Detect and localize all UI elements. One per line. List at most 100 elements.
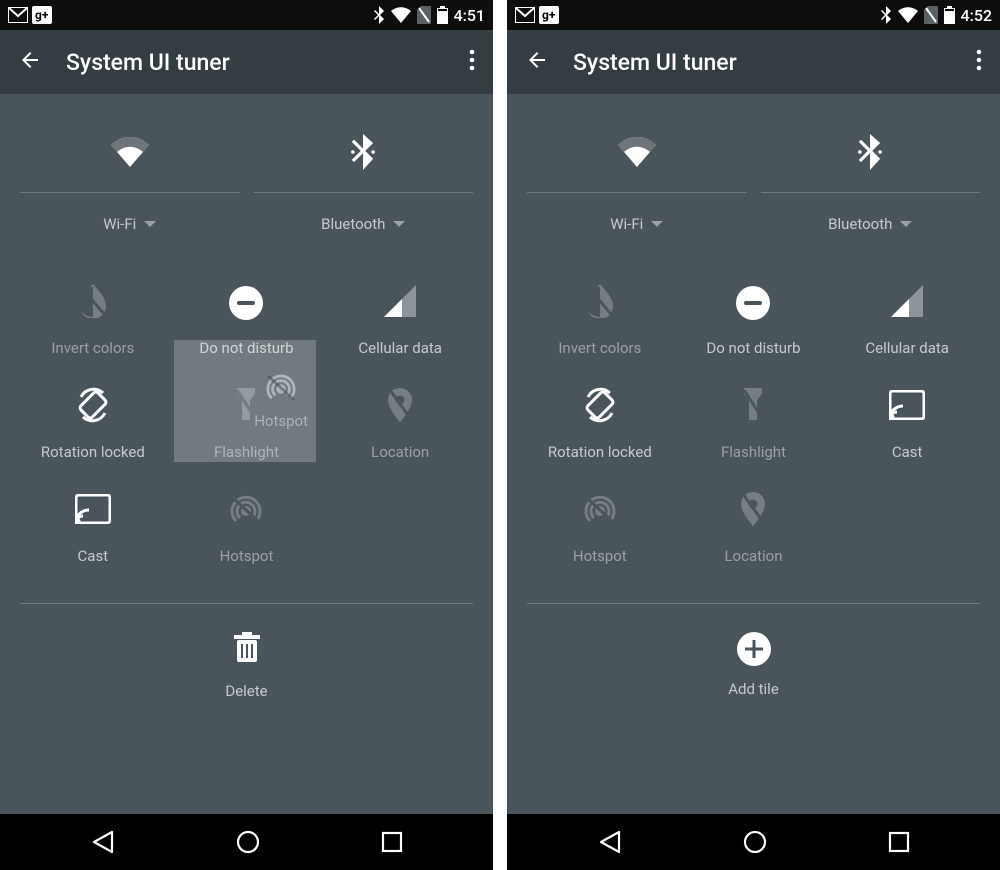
tile-do-not-disturb[interactable]: Do not disturb [174,275,320,365]
flashlight-icon [235,388,257,426]
plus-icon [737,632,771,666]
tile-do-not-disturb[interactable]: Do not disturb [681,275,827,365]
battery-icon [437,6,448,24]
bluetooth-icon [880,6,892,24]
tile-label: Cast [78,547,109,565]
hotspot-icon [228,493,264,529]
status-bar: g+ 4:51 [0,0,493,30]
page-title: System UI tuner [573,49,976,76]
gmail-icon [515,7,535,23]
google-plus-icon: g+ [539,6,559,24]
chevron-down-icon [144,221,156,227]
add-tile-button[interactable]: Add tile [527,632,980,718]
cast-icon [889,390,925,424]
tile-rotation-locked[interactable]: Rotation locked [20,379,166,469]
status-time: 4:52 [961,6,993,25]
content-area: Wi-Fi Bluetooth [507,94,1000,814]
tile-cellular-data[interactable]: Cellular data [834,275,980,365]
divider [527,603,980,604]
trash-icon [234,632,260,668]
tile-invert-colors[interactable]: Invert colors [20,275,166,365]
tile-label: Location [371,443,429,461]
tile-label: Hotspot [573,547,627,565]
wifi-icon [111,137,149,171]
tile-location[interactable]: Location [681,483,827,573]
do-not-disturb-icon [736,286,770,320]
tile-flashlight[interactable]: Flashlight [681,379,827,469]
tile-wifi[interactable]: Wi-Fi [527,132,747,233]
nav-home-button[interactable] [742,829,768,855]
tile-wifi[interactable]: Wi-Fi [20,132,240,233]
svg-text:g+: g+ [542,8,556,22]
location-icon [388,388,412,426]
google-plus-icon: g+ [32,6,52,24]
delete-button[interactable]: Delete [20,632,473,720]
back-button[interactable] [525,48,549,76]
nav-recents-button[interactable] [887,830,911,854]
bluetooth-icon [349,134,377,174]
overflow-menu-button[interactable] [469,49,475,75]
tile-label: Flashlight [214,443,279,461]
tile-label: Rotation locked [41,443,145,461]
tile-label: Bluetooth [321,215,385,233]
divider [20,603,473,604]
tile-cellular-data[interactable]: Cellular data [327,275,473,365]
app-bar: System UI tuner [0,30,493,94]
tile-bluetooth-expand[interactable]: Bluetooth [321,215,405,233]
tile-invert-colors[interactable]: Invert colors [527,275,673,365]
overflow-menu-button[interactable] [976,49,982,75]
tile-hotspot[interactable]: Hotspot [527,483,673,573]
tile-location[interactable]: Location [327,379,473,469]
tile-label: Flashlight [721,443,786,461]
cellular-icon [891,285,923,321]
tile-label: Location [724,547,782,565]
bluetooth-icon [373,6,385,24]
no-sim-icon [417,6,431,24]
tile-cast[interactable]: Cast [834,379,980,469]
cellular-icon [384,285,416,321]
nav-bar [0,814,493,870]
nav-recents-button[interactable] [380,830,404,854]
rotation-icon [582,387,618,427]
rotation-icon [75,387,111,427]
tile-label: Invert colors [51,339,134,357]
tile-label: Wi-Fi [610,215,643,233]
wifi-icon [898,7,918,23]
svg-text:g+: g+ [35,8,49,22]
bluetooth-icon [856,134,884,174]
tile-label: Do not disturb [706,339,800,357]
tile-hotspot[interactable]: Hotspot [174,483,320,573]
tile-bluetooth[interactable]: Bluetooth [254,132,474,233]
tile-label: Invert colors [558,339,641,357]
back-button[interactable] [18,48,42,76]
wifi-icon [618,137,656,171]
tile-cast[interactable]: Cast [20,483,166,573]
tile-bluetooth-expand[interactable]: Bluetooth [828,215,912,233]
phone-left: g+ 4:51 [0,0,493,870]
do-not-disturb-icon [229,286,263,320]
tile-rotation-locked[interactable]: Rotation locked [527,379,673,469]
tile-flashlight[interactable]: Flashlight [174,379,320,469]
tile-wifi-expand[interactable]: Wi-Fi [103,215,156,233]
invert-colors-icon [585,284,615,322]
chevron-down-icon [900,221,912,227]
tile-label: Hotspot [220,547,274,565]
tile-wifi-expand[interactable]: Wi-Fi [610,215,663,233]
page-title: System UI tuner [66,49,469,76]
wifi-icon [391,7,411,23]
tile-bluetooth[interactable]: Bluetooth [761,132,981,233]
tile-label: Cast [892,443,923,461]
tile-label: Rotation locked [548,443,652,461]
status-time: 4:51 [454,6,486,25]
invert-colors-icon [78,284,108,322]
chevron-down-icon [651,221,663,227]
hotspot-icon [582,493,618,529]
tile-label: Bluetooth [828,215,892,233]
no-sim-icon [924,6,938,24]
content-area: Wi-Fi Bluetooth [0,94,493,814]
nav-home-button[interactable] [235,829,261,855]
tile-label: Wi-Fi [103,215,136,233]
nav-back-button[interactable] [90,829,116,855]
nav-back-button[interactable] [597,829,623,855]
bottom-label: Delete [225,682,267,700]
